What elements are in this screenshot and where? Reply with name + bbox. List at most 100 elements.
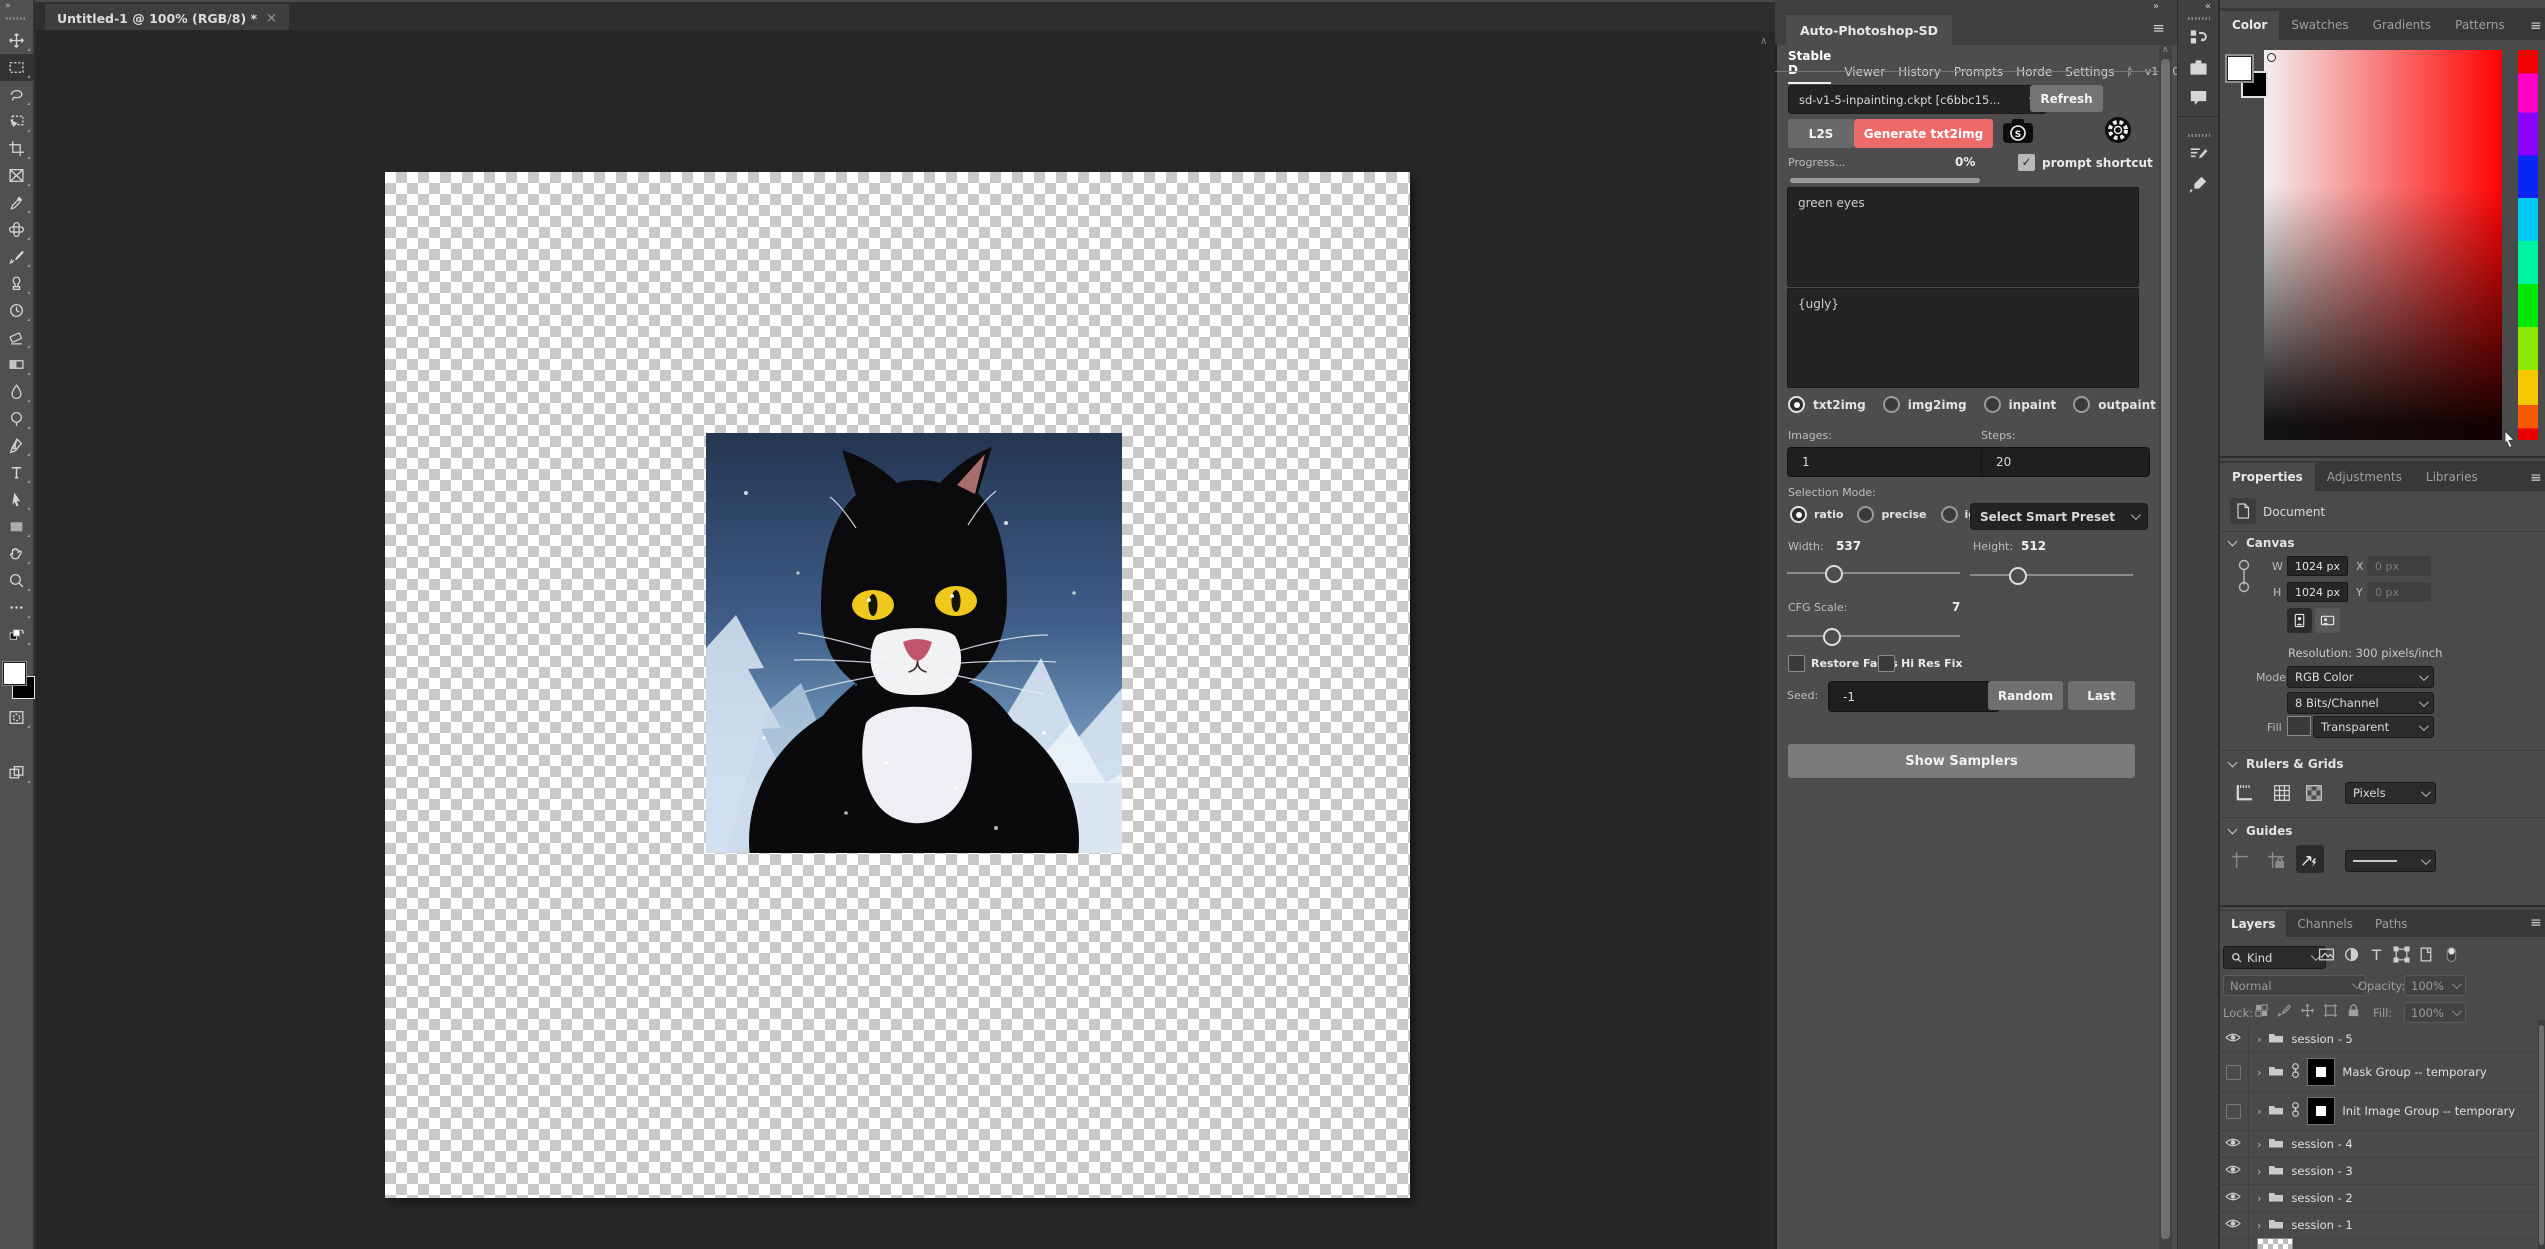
radio-inpaint[interactable]: inpaint — [1984, 396, 2057, 413]
bit-depth-dropdown[interactable]: 8 Bits/Channel — [2287, 692, 2434, 714]
layer-visibility-cell[interactable] — [2218, 1026, 2249, 1052]
tool-swap-colors[interactable] — [0, 621, 33, 648]
smart-guides-icon[interactable] — [2296, 845, 2324, 873]
color-selector-marker[interactable] — [2267, 53, 2276, 62]
link-dimensions-icon[interactable] — [2238, 558, 2250, 596]
tab-properties[interactable]: Properties — [2220, 463, 2315, 492]
expand-dock-icon[interactable]: « — [2205, 1, 2211, 12]
dock-grip[interactable] — [2188, 134, 2210, 137]
show-samplers-button[interactable]: Show Samplers — [1788, 744, 2135, 778]
toggle-rulers-icon[interactable] — [2231, 780, 2257, 806]
lock-all-icon[interactable] — [2346, 1003, 2361, 1018]
foreground-color-swatch[interactable] — [3, 662, 26, 685]
tool-path-selection[interactable] — [0, 486, 33, 513]
toggle-guides-icon[interactable] — [2227, 847, 2253, 873]
layer-name[interactable]: session - 3 — [2291, 1164, 2352, 1178]
dock-tool-presets-icon[interactable] — [2178, 169, 2219, 199]
tab-channels[interactable]: Channels — [2286, 911, 2364, 937]
generate-button[interactable]: Generate txt2img — [1854, 119, 1993, 148]
toolbar-grip[interactable] — [6, 17, 26, 20]
gear-settings-icon[interactable] — [2104, 116, 2132, 144]
tab-settings[interactable]: Settings — [2065, 65, 2114, 84]
layer-row[interactable]: › Init Image Group -- temporary — [2218, 1092, 2538, 1131]
hi-res-fix-checkbox[interactable] — [1878, 655, 1895, 672]
tab-adjustments[interactable]: Adjustments — [2315, 463, 2414, 492]
canvas-width-input[interactable]: 1024 px — [2287, 556, 2348, 576]
tab-prompts[interactable]: Prompts — [1954, 65, 2003, 84]
tool-zoom[interactable] — [0, 567, 33, 594]
generated-cat-image[interactable] — [706, 433, 1122, 853]
images-input[interactable]: 1 — [1787, 447, 1994, 477]
layer-name[interactable]: Init Image Group -- temporary — [2342, 1104, 2515, 1118]
tool-screen-mode[interactable] — [0, 759, 33, 786]
canvas-height-input[interactable]: 1024 px — [2287, 582, 2348, 602]
tool-move[interactable] — [0, 27, 33, 54]
smart-preset-dropdown[interactable]: Select Smart Preset — [1970, 503, 2148, 530]
toggle-transparency-icon[interactable] — [2301, 780, 2327, 806]
seed-input[interactable]: -1 — [1828, 681, 2000, 712]
layer-row[interactable]: ›session - 3 — [2218, 1158, 2538, 1185]
scrollbar-thumb[interactable] — [2161, 59, 2170, 1239]
tool-rectangular-marquee[interactable] — [0, 54, 33, 81]
panel-menu-icon[interactable]: ≡ — [2152, 19, 2165, 37]
model-dropdown[interactable]: sd-v1-5-inpainting.ckpt [c6bbc15... — [1788, 85, 2047, 114]
negative-prompt-textarea[interactable]: {ugly} — [1787, 288, 2139, 388]
restore-faces-checkbox[interactable] — [1788, 655, 1805, 672]
tool-quick-mask[interactable] — [0, 704, 33, 731]
color-saturation-field[interactable] — [2264, 50, 2502, 440]
layer-visibility-cell[interactable] — [2218, 1185, 2249, 1211]
expand-chevron-icon[interactable]: › — [2257, 1138, 2261, 1151]
prompt-textarea[interactable]: green eyes — [1787, 187, 2139, 287]
radio-txt2img[interactable]: txt2img — [1788, 396, 1866, 413]
slider-knob[interactable] — [1825, 565, 1843, 583]
tab-gradients[interactable]: Gradients — [2361, 11, 2443, 40]
hue-slider[interactable] — [2518, 50, 2538, 440]
tab-viewer[interactable]: Viewer — [1844, 65, 1885, 84]
lock-pixels-icon[interactable] — [2277, 1003, 2292, 1018]
expand-chevron-icon[interactable]: › — [2257, 1033, 2261, 1046]
tab-swatches[interactable]: Swatches — [2279, 11, 2360, 40]
lock-transparency-icon[interactable] — [2254, 1003, 2269, 1018]
tab-history[interactable]: History — [1898, 65, 1941, 84]
layer-row-body[interactable]: ›session - 5 — [2249, 1026, 2538, 1052]
filter-smart-object-icon[interactable] — [2418, 946, 2435, 963]
radio-ratio[interactable]: ratio — [1790, 506, 1843, 523]
layer-row[interactable]: ›Mask Group -- temporary — [2218, 1053, 2538, 1092]
random-seed-button[interactable]: Random — [1988, 681, 2063, 710]
tool-dodge[interactable] — [0, 405, 33, 432]
scroll-up-icon[interactable]: ∧ — [2162, 45, 2169, 55]
expand-chevron-icon[interactable]: › — [2257, 1192, 2261, 1205]
layer-row[interactable]: ›session - 2 — [2218, 1185, 2538, 1212]
units-dropdown[interactable]: Pixels — [2345, 782, 2436, 804]
layer-row-body[interactable]: ›session - 2 — [2249, 1185, 2538, 1211]
layer-thumbnail[interactable] — [2307, 1097, 2335, 1125]
expand-chevron-icon[interactable]: › — [2257, 1066, 2261, 1079]
tab-stable-diffusion[interactable]: Stable D — [1788, 49, 1831, 84]
layer-row-body[interactable]: ›session - 4 — [2249, 1131, 2538, 1157]
layers-scrollbar[interactable] — [2538, 1020, 2545, 1249]
tool-clone-stamp[interactable] — [0, 270, 33, 297]
expand-chevron-icon[interactable]: › — [2257, 1105, 2261, 1118]
tab-paths[interactable]: Paths — [2364, 911, 2419, 937]
fill-swatch[interactable] — [2287, 716, 2311, 736]
layer-thumbnail[interactable] — [2257, 1238, 2293, 1249]
layer-row-partial[interactable] — [2218, 1238, 2538, 1249]
tool-pen[interactable] — [0, 432, 33, 459]
layer-row-body[interactable]: › Init Image Group -- temporary — [2249, 1092, 2538, 1130]
scroll-up-icon[interactable]: ∧ — [1760, 36, 1767, 47]
layer-name[interactable]: session - 1 — [2291, 1218, 2352, 1232]
layer-visibility-cell[interactable] — [2218, 1238, 2249, 1249]
prompt-shortcut-checkbox[interactable]: ✓ — [2018, 154, 2035, 171]
filter-adjustment-icon[interactable] — [2343, 946, 2360, 963]
layer-row[interactable]: ›session - 1 — [2218, 1212, 2538, 1239]
slider-knob[interactable] — [2009, 567, 2027, 585]
tab-patterns[interactable]: Patterns — [2443, 11, 2516, 40]
layer-row-body[interactable]: ›Mask Group -- temporary — [2249, 1053, 2538, 1091]
canvas-section-header[interactable]: Canvas — [2229, 536, 2295, 550]
layer-visibility-cell[interactable] — [2218, 1131, 2249, 1157]
last-seed-button[interactable]: Last — [2068, 681, 2135, 710]
layer-row[interactable]: ›session - 5 — [2218, 1026, 2538, 1053]
fill-dropdown[interactable]: Transparent — [2313, 716, 2434, 738]
layer-row-body[interactable]: ›session - 3 — [2249, 1158, 2538, 1184]
dock-history-icon[interactable] — [2178, 22, 2219, 52]
